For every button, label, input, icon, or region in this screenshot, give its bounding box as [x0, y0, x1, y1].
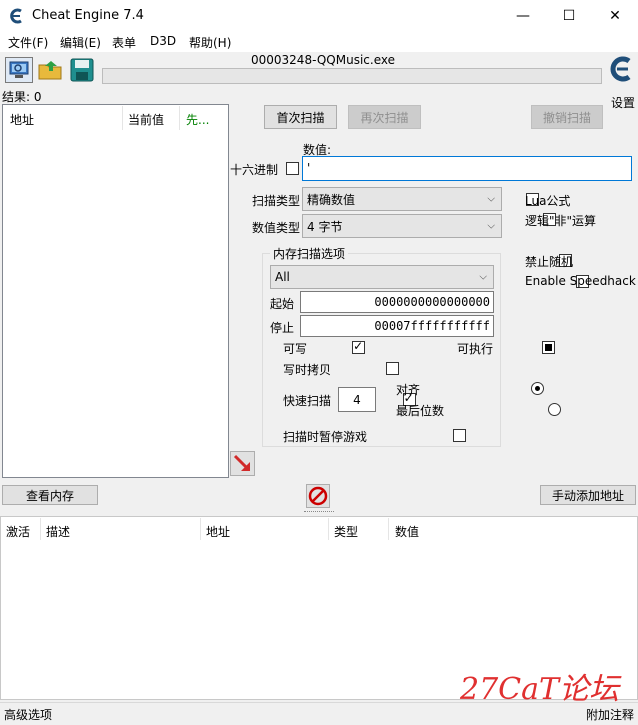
- red-arrow-icon: [233, 454, 250, 471]
- status-bar: [0, 702, 638, 725]
- column-description[interactable]: 描述: [46, 523, 70, 540]
- title-bar: Cheat Engine 7.4 — ☐ ✕: [0, 0, 638, 32]
- menu-edit[interactable]: 编辑(E): [60, 34, 101, 51]
- fast-scan-label[interactable]: 快速扫描: [283, 392, 331, 409]
- memory-region-value: All: [275, 270, 290, 284]
- memory-scan-options-title: 内存扫描选项: [270, 245, 349, 262]
- table-comments[interactable]: 附加注释: [586, 706, 634, 723]
- value-input[interactable]: ': [302, 156, 632, 181]
- pause-game-label[interactable]: 扫描时暂停游戏: [283, 428, 367, 445]
- menu-help[interactable]: 帮助(H): [189, 34, 231, 51]
- window-title: Cheat Engine 7.4: [32, 8, 144, 23]
- speedhack-label[interactable]: Enable Speedhack: [525, 274, 636, 288]
- start-label: 起始: [270, 297, 295, 311]
- chevron-down-icon: ⌵: [487, 193, 495, 205]
- column-divider: [328, 518, 329, 540]
- chevron-down-icon: ⌵: [479, 271, 487, 283]
- results-list[interactable]: [2, 104, 229, 478]
- open-process-icon[interactable]: [5, 57, 33, 83]
- fast-scan-value-input[interactable]: 4: [338, 387, 376, 412]
- menu-d3d[interactable]: D3D: [150, 34, 176, 48]
- column-divider: [388, 518, 389, 540]
- writable-label[interactable]: 可写: [283, 340, 307, 357]
- executable-checkbox[interactable]: [541, 341, 555, 354]
- column-divider: [200, 518, 201, 540]
- column-address[interactable]: 地址: [206, 523, 230, 540]
- writable-checkbox[interactable]: [352, 339, 366, 354]
- pause-game-checkbox[interactable]: [453, 429, 467, 442]
- stop-icon: [308, 486, 328, 506]
- column-active[interactable]: 激活: [6, 523, 30, 540]
- first-scan-button[interactable]: 首次扫描: [264, 105, 337, 129]
- value-type-label: 数值类型: [252, 221, 301, 235]
- clear-list-button[interactable]: [306, 484, 330, 508]
- next-scan-button[interactable]: 再次扫描: [348, 105, 421, 129]
- menu-table[interactable]: 表单: [112, 34, 136, 51]
- no-random-label[interactable]: 禁止随机: [525, 253, 573, 270]
- align-label[interactable]: 对齐: [396, 381, 420, 398]
- executable-label[interactable]: 可执行: [457, 340, 493, 357]
- results-count: 结果: 0: [2, 90, 42, 104]
- column-divider: [179, 106, 180, 130]
- scan-progress-bar: [102, 68, 602, 84]
- hex-label: 十六进制: [230, 163, 279, 177]
- lua-formula-label[interactable]: Lua公式: [525, 192, 570, 209]
- settings-button[interactable]: [608, 54, 636, 94]
- memory-region-select[interactable]: All ⌵: [270, 265, 494, 289]
- copy-on-write-label[interactable]: 写时拷贝: [283, 361, 331, 378]
- add-address-manually-button[interactable]: 手动添加地址: [540, 485, 636, 505]
- save-icon[interactable]: [68, 57, 96, 83]
- view-memory-button[interactable]: 查看内存: [2, 485, 98, 505]
- last-digits-label[interactable]: 最后位数: [396, 402, 444, 419]
- stop-address-input[interactable]: 00007fffffffffff: [300, 315, 494, 337]
- column-divider: [40, 518, 41, 540]
- chevron-down-icon: ⌵: [487, 220, 495, 232]
- column-address[interactable]: 地址: [10, 111, 34, 128]
- advanced-options[interactable]: 高级选项: [4, 706, 52, 723]
- stop-label: 停止: [270, 321, 295, 335]
- hex-checkbox[interactable]: [286, 162, 299, 175]
- column-type[interactable]: 类型: [334, 523, 358, 540]
- cheat-engine-logo-icon: [10, 8, 22, 24]
- column-current-value[interactable]: 当前值: [128, 111, 164, 128]
- column-previous-value[interactable]: 先...: [186, 111, 209, 128]
- scan-type-select[interactable]: 精确数值 ⌵: [302, 187, 502, 211]
- value-type-value: 4 字节: [307, 219, 343, 234]
- splitter-handle[interactable]: [304, 511, 334, 514]
- copy-on-write-checkbox[interactable]: [385, 362, 399, 375]
- scan-type-label: 扫描类型: [252, 194, 301, 208]
- menu-file[interactable]: 文件(F): [8, 34, 48, 51]
- column-value[interactable]: 数值: [395, 523, 419, 540]
- undo-scan-button[interactable]: 撤销扫描: [531, 105, 603, 129]
- not-logic-label[interactable]: 逻辑"非"运算: [525, 212, 596, 229]
- minimize-button[interactable]: —: [500, 0, 546, 32]
- add-selected-to-list-button[interactable]: [230, 451, 255, 476]
- column-divider: [122, 106, 123, 130]
- close-button[interactable]: ✕: [592, 0, 638, 32]
- start-address-input[interactable]: 0000000000000000: [300, 291, 494, 313]
- settings-label[interactable]: 设置: [611, 94, 635, 111]
- scan-type-value: 精确数值: [307, 192, 356, 207]
- value-type-select[interactable]: 4 字节 ⌵: [302, 214, 502, 238]
- open-file-icon[interactable]: [37, 57, 65, 83]
- cheat-engine-settings-icon: [610, 56, 631, 82]
- process-name: 00003248-QQMusic.exe: [251, 53, 395, 67]
- maximize-button[interactable]: ☐: [546, 0, 592, 32]
